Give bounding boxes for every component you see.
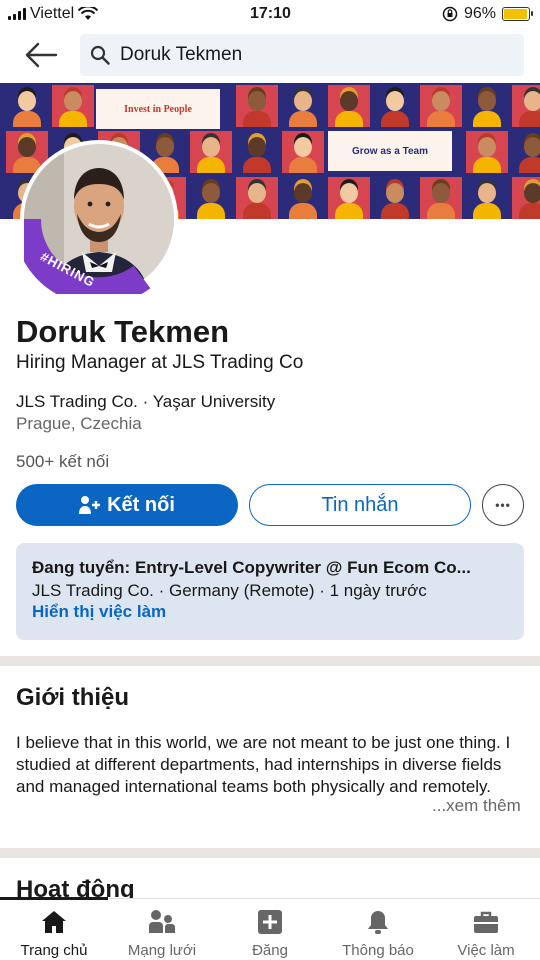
nav-label-post: Đăng	[252, 942, 288, 959]
nav-notifications[interactable]: Thông báo	[324, 899, 432, 960]
home-icon	[42, 911, 66, 933]
bell-icon	[368, 911, 388, 934]
nav-jobs[interactable]: Việc làm	[432, 899, 540, 960]
hiring-frame	[24, 218, 151, 294]
signal-icon	[8, 8, 26, 20]
profile-avatar[interactable]	[20, 140, 178, 298]
banner-person-tile	[374, 177, 416, 219]
nav-label-jobs: Việc làm	[457, 942, 515, 959]
banner-person-tile	[466, 85, 508, 127]
banner-person-tile	[374, 85, 416, 127]
clock: 17:10	[250, 5, 291, 22]
network-icon	[149, 910, 175, 933]
banner-person-tile	[466, 131, 508, 173]
nav-network[interactable]: Mạng lưới	[108, 899, 216, 960]
banner-person-tile	[52, 85, 94, 127]
section-divider	[0, 656, 540, 666]
banner-person-tile	[512, 85, 540, 127]
banner-person-tile	[420, 177, 462, 219]
status-bar: Viettel 17:10 96%	[0, 0, 540, 30]
banner-person-tile	[282, 131, 324, 173]
message-label: Tin nhắn	[321, 493, 399, 516]
banner-person-tile	[328, 177, 370, 219]
more-options-button[interactable]: •••	[482, 484, 524, 526]
message-button[interactable]: Tin nhắn	[249, 484, 471, 526]
banner-person-tile	[328, 85, 370, 127]
banner-person-tile	[466, 177, 508, 219]
battery-icon	[502, 7, 533, 21]
add-person-icon	[79, 496, 101, 514]
job-title: Đang tuyển: Entry-Level Copywriter @ Fun…	[32, 558, 471, 577]
search-header: Doruk Tekmen	[0, 32, 540, 80]
profile-name: Doruk Tekmen	[16, 314, 230, 349]
battery-percent: 96%	[463, 5, 496, 22]
briefcase-icon	[474, 911, 498, 933]
banner-text-invest: Invest in People	[96, 89, 220, 129]
banner-person-tile	[190, 131, 232, 173]
connect-label: Kết nối	[107, 493, 175, 516]
banner-person-tile	[6, 85, 48, 127]
about-text: I believe that in this world, we are not…	[16, 733, 511, 796]
banner-person-tile	[512, 131, 540, 173]
bottom-navigation: Trang chủ Mạng lưới Đăng Thông báo Việc …	[0, 897, 540, 960]
about-title: Giới thiệu	[16, 684, 130, 711]
profile-location: Prague, Czechia	[16, 414, 142, 433]
nav-label-notifications: Thông báo	[342, 942, 414, 959]
profile-headline: Hiring Manager at JLS Trading Co	[16, 352, 304, 373]
status-right: 96%	[442, 5, 533, 23]
more-dots-icon: •••	[495, 498, 511, 512]
section-divider	[0, 848, 540, 858]
post-icon	[258, 910, 282, 934]
orientation-lock-icon	[442, 6, 458, 22]
search-query: Doruk Tekmen	[120, 44, 243, 65]
nav-label-home: Trang chủ	[20, 942, 88, 959]
hiring-job-card[interactable]: Đang tuyển: Entry-Level Copywriter @ Fun…	[16, 543, 524, 640]
connections-count[interactable]: 500+ kết nối	[16, 452, 109, 472]
carrier-group: Viettel	[8, 5, 99, 23]
back-arrow-icon[interactable]	[24, 40, 58, 70]
banner-person-tile	[190, 177, 232, 219]
search-input[interactable]: Doruk Tekmen	[80, 34, 524, 76]
nav-home[interactable]: Trang chủ	[0, 897, 108, 960]
search-icon	[90, 45, 110, 65]
carrier-name: Viettel	[30, 5, 75, 22]
profile-organizations[interactable]: JLS Trading Co. · Yaşar University	[16, 392, 275, 412]
banner-person-tile	[236, 85, 278, 127]
nav-post[interactable]: Đăng	[216, 899, 324, 960]
banner-person-tile	[282, 177, 324, 219]
banner-person-tile	[512, 177, 540, 219]
active-tab-indicator	[0, 897, 108, 900]
nav-label-network: Mạng lưới	[127, 942, 197, 959]
banner-person-tile	[236, 131, 278, 173]
banner-person-tile	[420, 85, 462, 127]
banner-text-grow: Grow as a Team	[328, 131, 452, 171]
banner-person-tile	[236, 177, 278, 219]
connect-button[interactable]: Kết nối	[16, 484, 238, 526]
banner-person-tile	[282, 85, 324, 127]
see-more-link[interactable]: ...xem thêm	[428, 796, 521, 816]
show-job-link[interactable]: Hiển thị việc làm	[32, 602, 508, 622]
wifi-icon	[78, 7, 99, 20]
job-details: JLS Trading Co. · Germany (Remote) · 1 n…	[32, 581, 427, 600]
